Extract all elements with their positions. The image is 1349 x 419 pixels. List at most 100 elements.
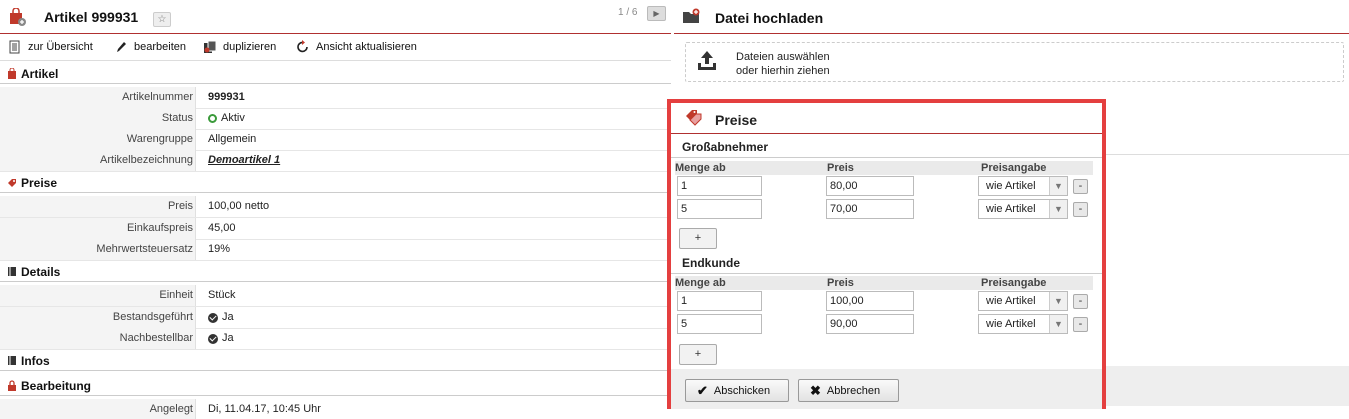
section-bearbeitung[interactable]: Bearbeitung [0,376,671,396]
field-label: Bestandsgeführt [0,307,196,328]
section-details[interactable]: Details [0,262,671,282]
dialog-footer: ✔ Abschicken ✖ Abbrechen [671,369,1102,409]
section-title: Bearbeitung [21,379,92,393]
col-mode: Preisangabe [981,162,1047,174]
pager-position: 1 / 6 [618,7,638,18]
bag-icon [8,68,16,79]
cancel-label: Abbrechen [826,384,881,397]
divider [1106,154,1349,155]
section-preise[interactable]: Preise [0,173,671,193]
favorite-star-button[interactable]: ☆ [153,12,171,27]
refresh-label: Ansicht aktualisieren [316,41,417,53]
remove-row-button[interactable]: - [1073,202,1088,217]
status-active-icon [208,114,217,123]
field-label: Status [0,108,196,129]
qty-input[interactable]: 1 [677,291,762,311]
status-text: Aktiv [221,112,245,124]
price-mode-select[interactable]: wie Artikel ▼ [978,314,1068,334]
qty-input[interactable]: 1 [677,176,762,196]
edit-label: bearbeiten [134,41,186,53]
check-icon [208,333,218,344]
book-icon [8,267,16,276]
price-tag-icon [8,179,16,187]
field-value: Stück [208,289,236,301]
cancel-button[interactable]: ✖ Abbrechen [798,379,899,402]
field-value: 100,00 netto [208,200,270,212]
field-label: Angelegt [0,399,196,419]
group-title: Großabnehmer [682,140,769,154]
group-divider [671,273,1102,274]
remove-row-button[interactable]: - [1073,294,1088,309]
document-list-icon [9,40,20,54]
qty-input[interactable]: 5 [677,314,762,334]
next-record-button[interactable]: ▶ [647,6,666,21]
add-row-button[interactable]: + [679,344,717,365]
field-label: Artikelbezeichnung [0,150,196,171]
upload-title: Datei hochladen [715,10,824,26]
duplicate-label: duplizieren [223,41,277,53]
submit-button[interactable]: ✔ Abschicken [685,379,789,402]
overview-button[interactable]: zur Übersicht [8,40,93,54]
table-header: Menge ab Preis Preisangabe [675,161,1093,175]
chevron-down-icon: ▼ [1049,315,1067,333]
overview-label: zur Übersicht [28,41,93,53]
section-infos[interactable]: Infos [0,351,671,371]
field-value: Ja [208,328,234,349]
add-row-button[interactable]: + [679,228,717,249]
footer-band [1106,366,1349,406]
folder-upload-icon [683,8,700,23]
duplicate-button[interactable]: duplizieren [203,40,276,54]
shopping-bag-icon [10,8,26,26]
close-icon: ✖ [810,383,821,398]
field-value: Allgemein [208,133,257,145]
col-qty: Menge ab [675,277,726,289]
qty-input[interactable]: 5 [677,199,762,219]
price-mode-select[interactable]: wie Artikel ▼ [978,176,1068,196]
field-label: Warengruppe [0,129,196,150]
col-mode: Preisangabe [981,277,1047,289]
edit-button[interactable]: bearbeiten [114,40,186,54]
field-row: Artikelnummer 999931 [0,87,671,109]
field-value: 999931 [208,91,245,103]
remove-row-button[interactable]: - [1073,179,1088,194]
page-title: Artikel 999931 [44,9,139,25]
article-name-link[interactable]: Demoartikel 1 [208,150,280,171]
price-mode-select[interactable]: wie Artikel ▼ [978,291,1068,311]
group-title: Endkunde [682,256,741,270]
refresh-icon [297,40,308,53]
price-mode-value: wie Artikel [986,295,1036,307]
price-input[interactable]: 70,00 [826,199,914,219]
price-input[interactable]: 80,00 [826,176,914,196]
field-value: Di, 11.04.17, 10:45 Uhr [208,403,321,415]
price-mode-value: wie Artikel [986,318,1036,330]
check-icon [208,312,218,323]
chevron-down-icon: ▼ [1049,292,1067,310]
section-title: Details [21,265,61,279]
field-label: Einheit [0,285,196,306]
price-tags-icon [686,110,702,126]
checkmark-icon: ✔ [697,383,708,398]
refresh-button[interactable]: Ansicht aktualisieren [296,40,417,54]
field-row: Status Aktiv [0,108,671,130]
article-header: Artikel 999931 ☆ 1 / 6 ▶ [0,0,671,34]
price-input[interactable]: 90,00 [826,314,914,334]
yes-text: Ja [222,311,234,323]
field-label: Einkaufspreis [0,218,196,239]
section-artikel[interactable]: Artikel [0,64,671,84]
group-divider [671,157,1102,158]
price-input[interactable]: 100,00 [826,291,914,311]
yes-text: Ja [222,332,234,344]
lock-icon [8,380,16,391]
field-value: 19% [208,243,231,255]
duplicate-icon [204,40,217,53]
field-row: Nachbestellbar Ja [0,328,671,350]
price-mode-select[interactable]: wie Artikel ▼ [978,199,1068,219]
field-label: Artikelnummer [0,87,196,108]
remove-row-button[interactable]: - [1073,317,1088,332]
col-qty: Menge ab [675,162,726,174]
file-dropzone[interactable]: Dateien auswählen oder hierhin ziehen [685,42,1344,82]
star-icon: ☆ [157,14,167,25]
field-label: Nachbestellbar [0,328,196,349]
field-label: Preis [0,196,196,217]
submit-label: Abschicken [713,384,771,397]
